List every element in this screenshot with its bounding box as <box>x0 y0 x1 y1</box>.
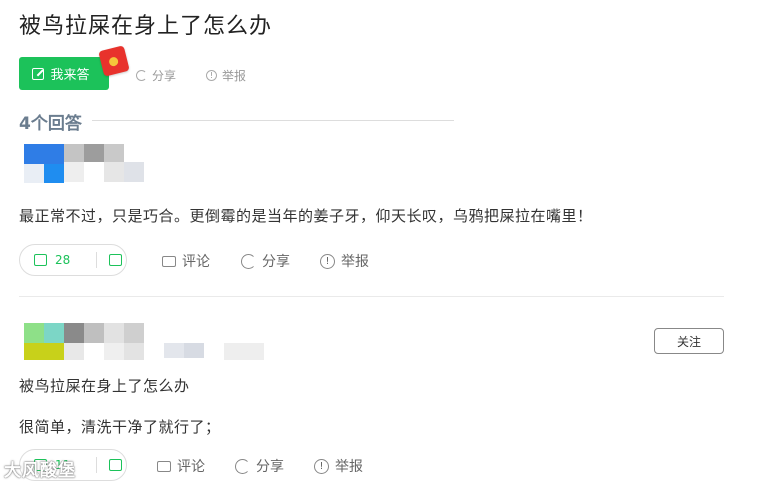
downvote-button[interactable] <box>97 251 122 270</box>
answer-quote: 被鸟拉屎在身上了怎么办 <box>19 377 190 395</box>
comment-label: 评论 <box>177 459 205 475</box>
comment-label: 评论 <box>182 254 210 270</box>
downvote-button[interactable] <box>97 456 122 475</box>
share-button[interactable]: 分享 <box>235 456 284 476</box>
count-divider <box>92 120 454 121</box>
share-label: 分享 <box>262 254 290 270</box>
thumb-down-icon <box>109 458 122 471</box>
question-title: 被鸟拉屎在身上了怎么办 <box>19 14 273 39</box>
like-count: 28 <box>55 253 71 267</box>
answers-count: 4个回答 <box>19 114 82 134</box>
share-label: 分享 <box>256 459 284 475</box>
report-label: 举报 <box>341 254 369 270</box>
answer-button-label: 我来答 <box>50 68 90 83</box>
answer-text: 很简单，清洗干净了就行了； <box>19 418 221 436</box>
upvote-button[interactable]: 28 <box>20 253 96 267</box>
report-label: 举报 <box>335 459 363 475</box>
answer-button[interactable]: 我来答 <box>19 57 109 90</box>
thumb-up-icon <box>34 254 47 266</box>
report-button[interactable]: ! 举报 <box>320 251 369 271</box>
question-share-link[interactable]: 分享 <box>136 67 176 84</box>
thumb-down-icon <box>109 253 122 266</box>
red-packet-icon[interactable] <box>98 45 130 77</box>
report-icon: ! <box>206 70 217 81</box>
follow-button[interactable]: 关注 <box>654 328 724 354</box>
comment-icon <box>157 460 171 472</box>
share-button[interactable]: 分享 <box>241 251 290 271</box>
question-report-link[interactable]: ! 举报 <box>206 67 246 84</box>
comment-button[interactable]: 评论 <box>157 456 205 476</box>
comment-button[interactable]: 评论 <box>162 251 210 271</box>
share-icon <box>235 458 250 474</box>
share-icon <box>136 70 147 81</box>
answer-divider <box>19 296 724 297</box>
report-icon: ! <box>314 458 329 474</box>
report-icon: ! <box>320 253 335 269</box>
vote-control: 28 <box>19 244 127 276</box>
question-report-label: 举报 <box>222 69 247 83</box>
watermark: 大风酸堡 <box>4 461 76 481</box>
comment-icon <box>162 255 176 267</box>
edit-icon <box>32 67 45 80</box>
answer-text: 最正常不过，只是巧合。更倒霉的是当年的姜子牙，仰天长叹，乌鸦把屎拉在嘴里！ <box>19 207 593 225</box>
question-share-label: 分享 <box>152 69 177 83</box>
report-button[interactable]: ! 举报 <box>314 456 363 476</box>
share-icon <box>241 253 256 269</box>
